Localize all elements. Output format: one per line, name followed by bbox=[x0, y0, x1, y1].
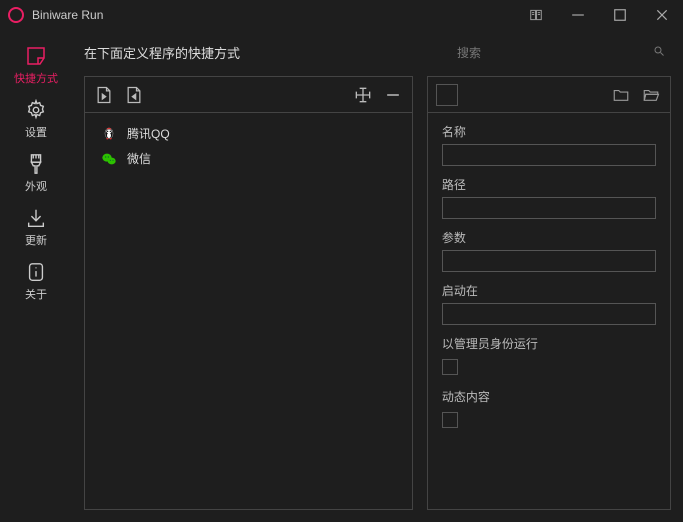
sidebar: 快捷方式 设置 外观 更新 关于 bbox=[0, 30, 72, 522]
list-item[interactable]: 微信 bbox=[91, 146, 406, 171]
search-icon bbox=[653, 45, 665, 60]
shortcut-list-panel: 腾讯QQ 微信 bbox=[84, 76, 413, 510]
sidebar-item-about[interactable]: 关于 bbox=[6, 260, 66, 302]
startin-input[interactable] bbox=[442, 303, 656, 325]
sidebar-item-label: 更新 bbox=[25, 232, 47, 248]
name-input[interactable] bbox=[442, 144, 656, 166]
import-button[interactable] bbox=[93, 84, 115, 106]
info-icon bbox=[24, 260, 48, 284]
sidebar-item-update[interactable]: 更新 bbox=[6, 206, 66, 248]
gear-icon bbox=[24, 98, 48, 122]
path-input[interactable] bbox=[442, 197, 656, 219]
sidebar-item-label: 外观 bbox=[25, 178, 47, 194]
list-item-label: 腾讯QQ bbox=[127, 125, 170, 142]
dynamic-checkbox[interactable] bbox=[442, 412, 458, 428]
args-label: 参数 bbox=[442, 229, 656, 246]
sidebar-item-label: 关于 bbox=[25, 286, 47, 302]
sidebar-item-shortcuts[interactable]: 快捷方式 bbox=[6, 44, 66, 86]
open-folder-button[interactable] bbox=[640, 84, 662, 106]
remove-button[interactable] bbox=[382, 84, 404, 106]
startin-label: 启动在 bbox=[442, 282, 656, 299]
args-input[interactable] bbox=[442, 250, 656, 272]
name-label: 名称 bbox=[442, 123, 656, 140]
minimize-button[interactable] bbox=[557, 0, 599, 30]
list-item[interactable]: 腾讯QQ bbox=[91, 121, 406, 146]
sidebar-item-appearance[interactable]: 外观 bbox=[6, 152, 66, 194]
sidebar-item-label: 快捷方式 bbox=[14, 70, 58, 86]
qq-icon bbox=[101, 126, 117, 142]
maximize-button[interactable] bbox=[599, 0, 641, 30]
app-logo-icon bbox=[8, 7, 24, 23]
reader-mode-button[interactable] bbox=[515, 0, 557, 30]
app-title: Biniware Run bbox=[32, 8, 103, 22]
list-item-label: 微信 bbox=[127, 150, 151, 167]
brush-icon bbox=[24, 152, 48, 176]
download-icon bbox=[24, 206, 48, 230]
properties-panel: 名称 路径 参数 启动在 bbox=[427, 76, 671, 510]
list-toolbar bbox=[85, 77, 412, 113]
title-bar: Biniware Run bbox=[0, 0, 683, 30]
sidebar-item-settings[interactable]: 设置 bbox=[6, 98, 66, 140]
close-button[interactable] bbox=[641, 0, 683, 30]
dynamic-label: 动态内容 bbox=[442, 388, 656, 405]
admin-checkbox[interactable] bbox=[442, 359, 458, 375]
search-placeholder: 搜索 bbox=[457, 44, 481, 61]
wechat-icon bbox=[101, 151, 117, 167]
shortcut-list: 腾讯QQ 微信 bbox=[85, 113, 412, 509]
page-heading: 在下面定义程序的快捷方式 bbox=[84, 43, 441, 62]
path-label: 路径 bbox=[442, 176, 656, 193]
export-button[interactable] bbox=[123, 84, 145, 106]
props-toolbar bbox=[428, 77, 670, 113]
add-button[interactable] bbox=[352, 84, 374, 106]
browse-folder-button[interactable] bbox=[610, 84, 632, 106]
shortcut-icon bbox=[24, 44, 48, 68]
admin-label: 以管理员身份运行 bbox=[442, 335, 656, 352]
icon-preview[interactable] bbox=[436, 84, 458, 106]
sidebar-item-label: 设置 bbox=[25, 124, 47, 140]
search-input[interactable]: 搜索 bbox=[451, 40, 671, 64]
